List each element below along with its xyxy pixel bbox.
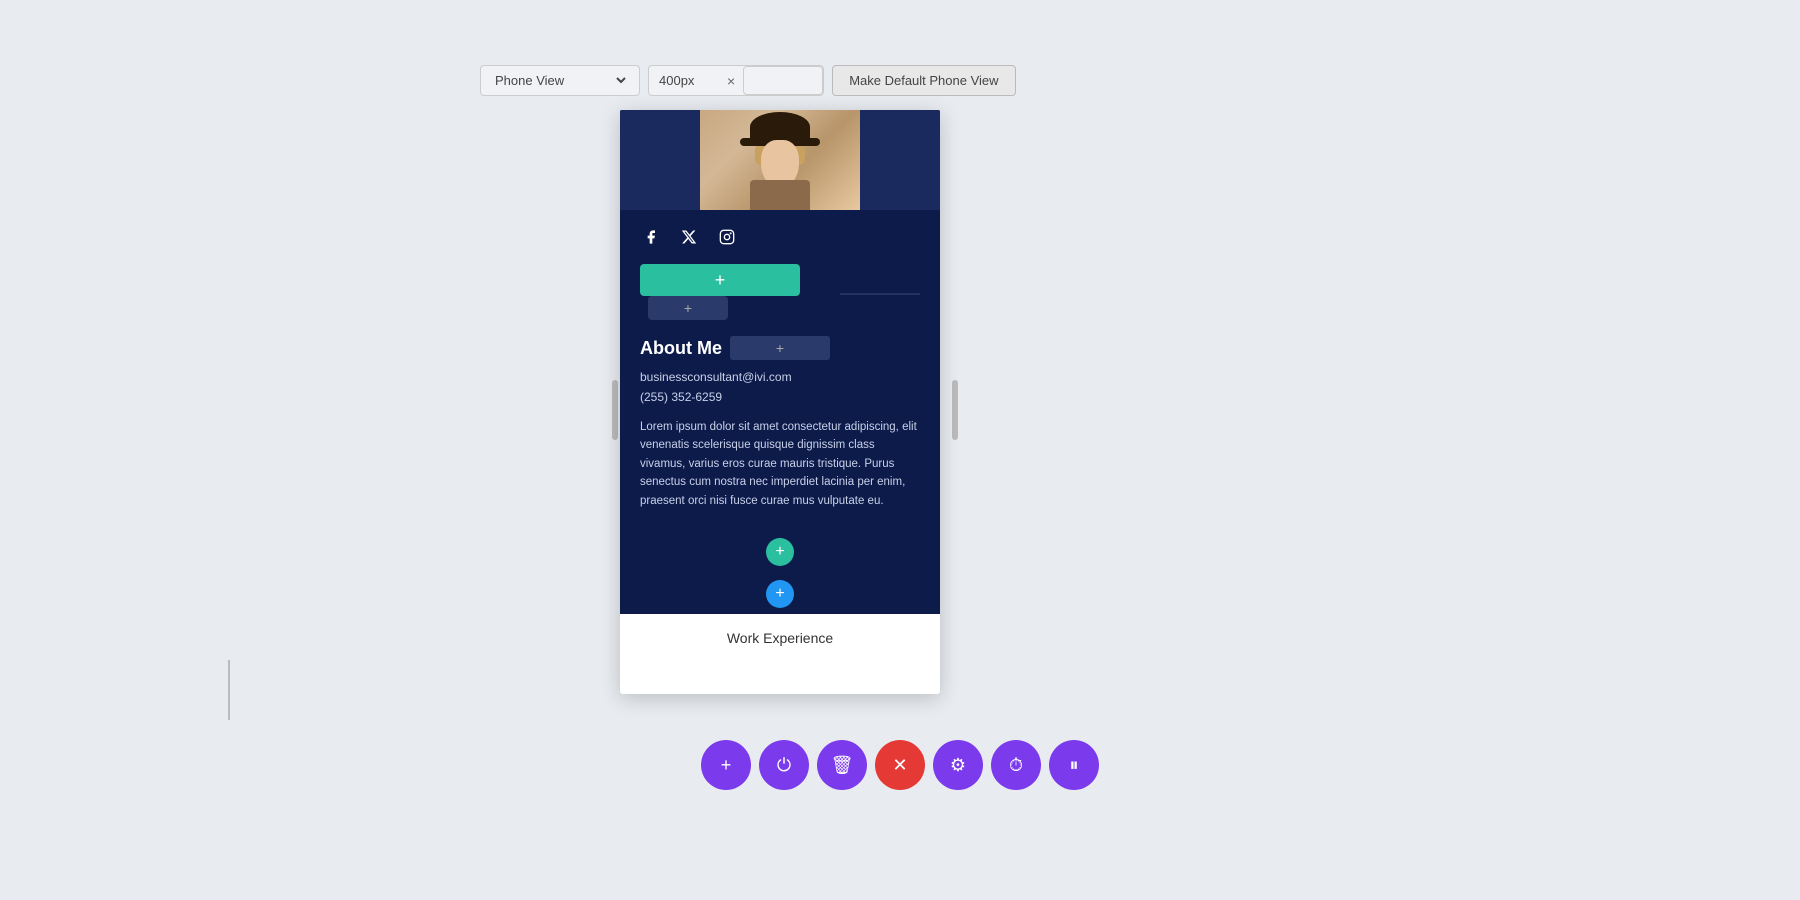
add-content-button[interactable]: + [766, 538, 794, 566]
twitter-x-icon[interactable] [678, 226, 700, 248]
top-toolbar: Phone View × Make Default Phone View [480, 65, 1016, 96]
inline-plus-icon-right: + [684, 300, 692, 316]
delete-button[interactable]: 🗑 [817, 740, 867, 790]
body-shape [750, 180, 810, 210]
bottom-floating-toolbar: + ⏻ 🗑 ✕ ⚙ ⏱ ⏸ [701, 740, 1099, 790]
profile-photo [700, 110, 860, 210]
clear-width-button[interactable]: × [719, 67, 743, 95]
section-divider: + [620, 574, 940, 614]
pause-icon: ⏸ [1070, 755, 1079, 776]
left-resize-handle[interactable] [612, 380, 618, 440]
pause-button[interactable]: ⏸ [1049, 740, 1099, 790]
about-inline-add[interactable]: + [730, 336, 830, 360]
facebook-icon[interactable] [640, 226, 662, 248]
phone-preview: + + About Me + businessconsultant@ivi.co… [620, 110, 940, 694]
width-input[interactable] [649, 67, 719, 94]
horizontal-divider [840, 294, 920, 295]
left-divider [228, 660, 230, 720]
add-section-button[interactable]: + [766, 580, 794, 608]
power-button[interactable]: ⏻ [759, 740, 809, 790]
instagram-icon[interactable] [716, 226, 738, 248]
about-title: About Me [640, 338, 722, 359]
bio-text: Lorem ipsum dolor sit amet consectetur a… [640, 418, 920, 510]
history-button[interactable]: ⏱ [991, 740, 1041, 790]
about-section: About Me + businessconsultant@ivi.com (2… [620, 324, 940, 530]
social-bar [620, 210, 940, 264]
width-input-group: × [648, 65, 824, 96]
inline-add-bar-right[interactable]: + [648, 296, 728, 320]
close-icon: ✕ [892, 755, 907, 776]
trash-icon: 🗑 [831, 755, 854, 776]
clock-icon: ⏱ [1009, 755, 1023, 776]
profile-image-area [620, 110, 940, 210]
add-content-area: + [620, 530, 940, 574]
add-section-bar: + + [620, 264, 940, 324]
right-resize-handle[interactable] [952, 380, 958, 440]
settings-button[interactable]: ⚙ [933, 740, 983, 790]
add-element-button[interactable]: + [701, 740, 751, 790]
close-button[interactable]: ✕ [875, 740, 925, 790]
extra-width-input[interactable] [743, 66, 823, 95]
make-default-button[interactable]: Make Default Phone View [832, 65, 1015, 96]
about-header: About Me + [640, 336, 920, 360]
view-type-select[interactable]: Phone View [491, 72, 629, 89]
work-experience-label: Work Experience [640, 626, 920, 646]
white-section: Work Experience [620, 614, 940, 694]
green-plus-icon: + [715, 270, 726, 291]
contact-email: businessconsultant@ivi.com [640, 370, 920, 384]
about-plus-icon: + [776, 340, 784, 356]
person-silhouette [700, 110, 860, 210]
green-add-button[interactable]: + [640, 264, 800, 296]
settings-icon: ⚙ [950, 755, 966, 776]
power-icon: ⏻ [777, 755, 791, 776]
view-select-dropdown[interactable]: Phone View [480, 65, 640, 96]
contact-phone: (255) 352-6259 [640, 390, 920, 404]
